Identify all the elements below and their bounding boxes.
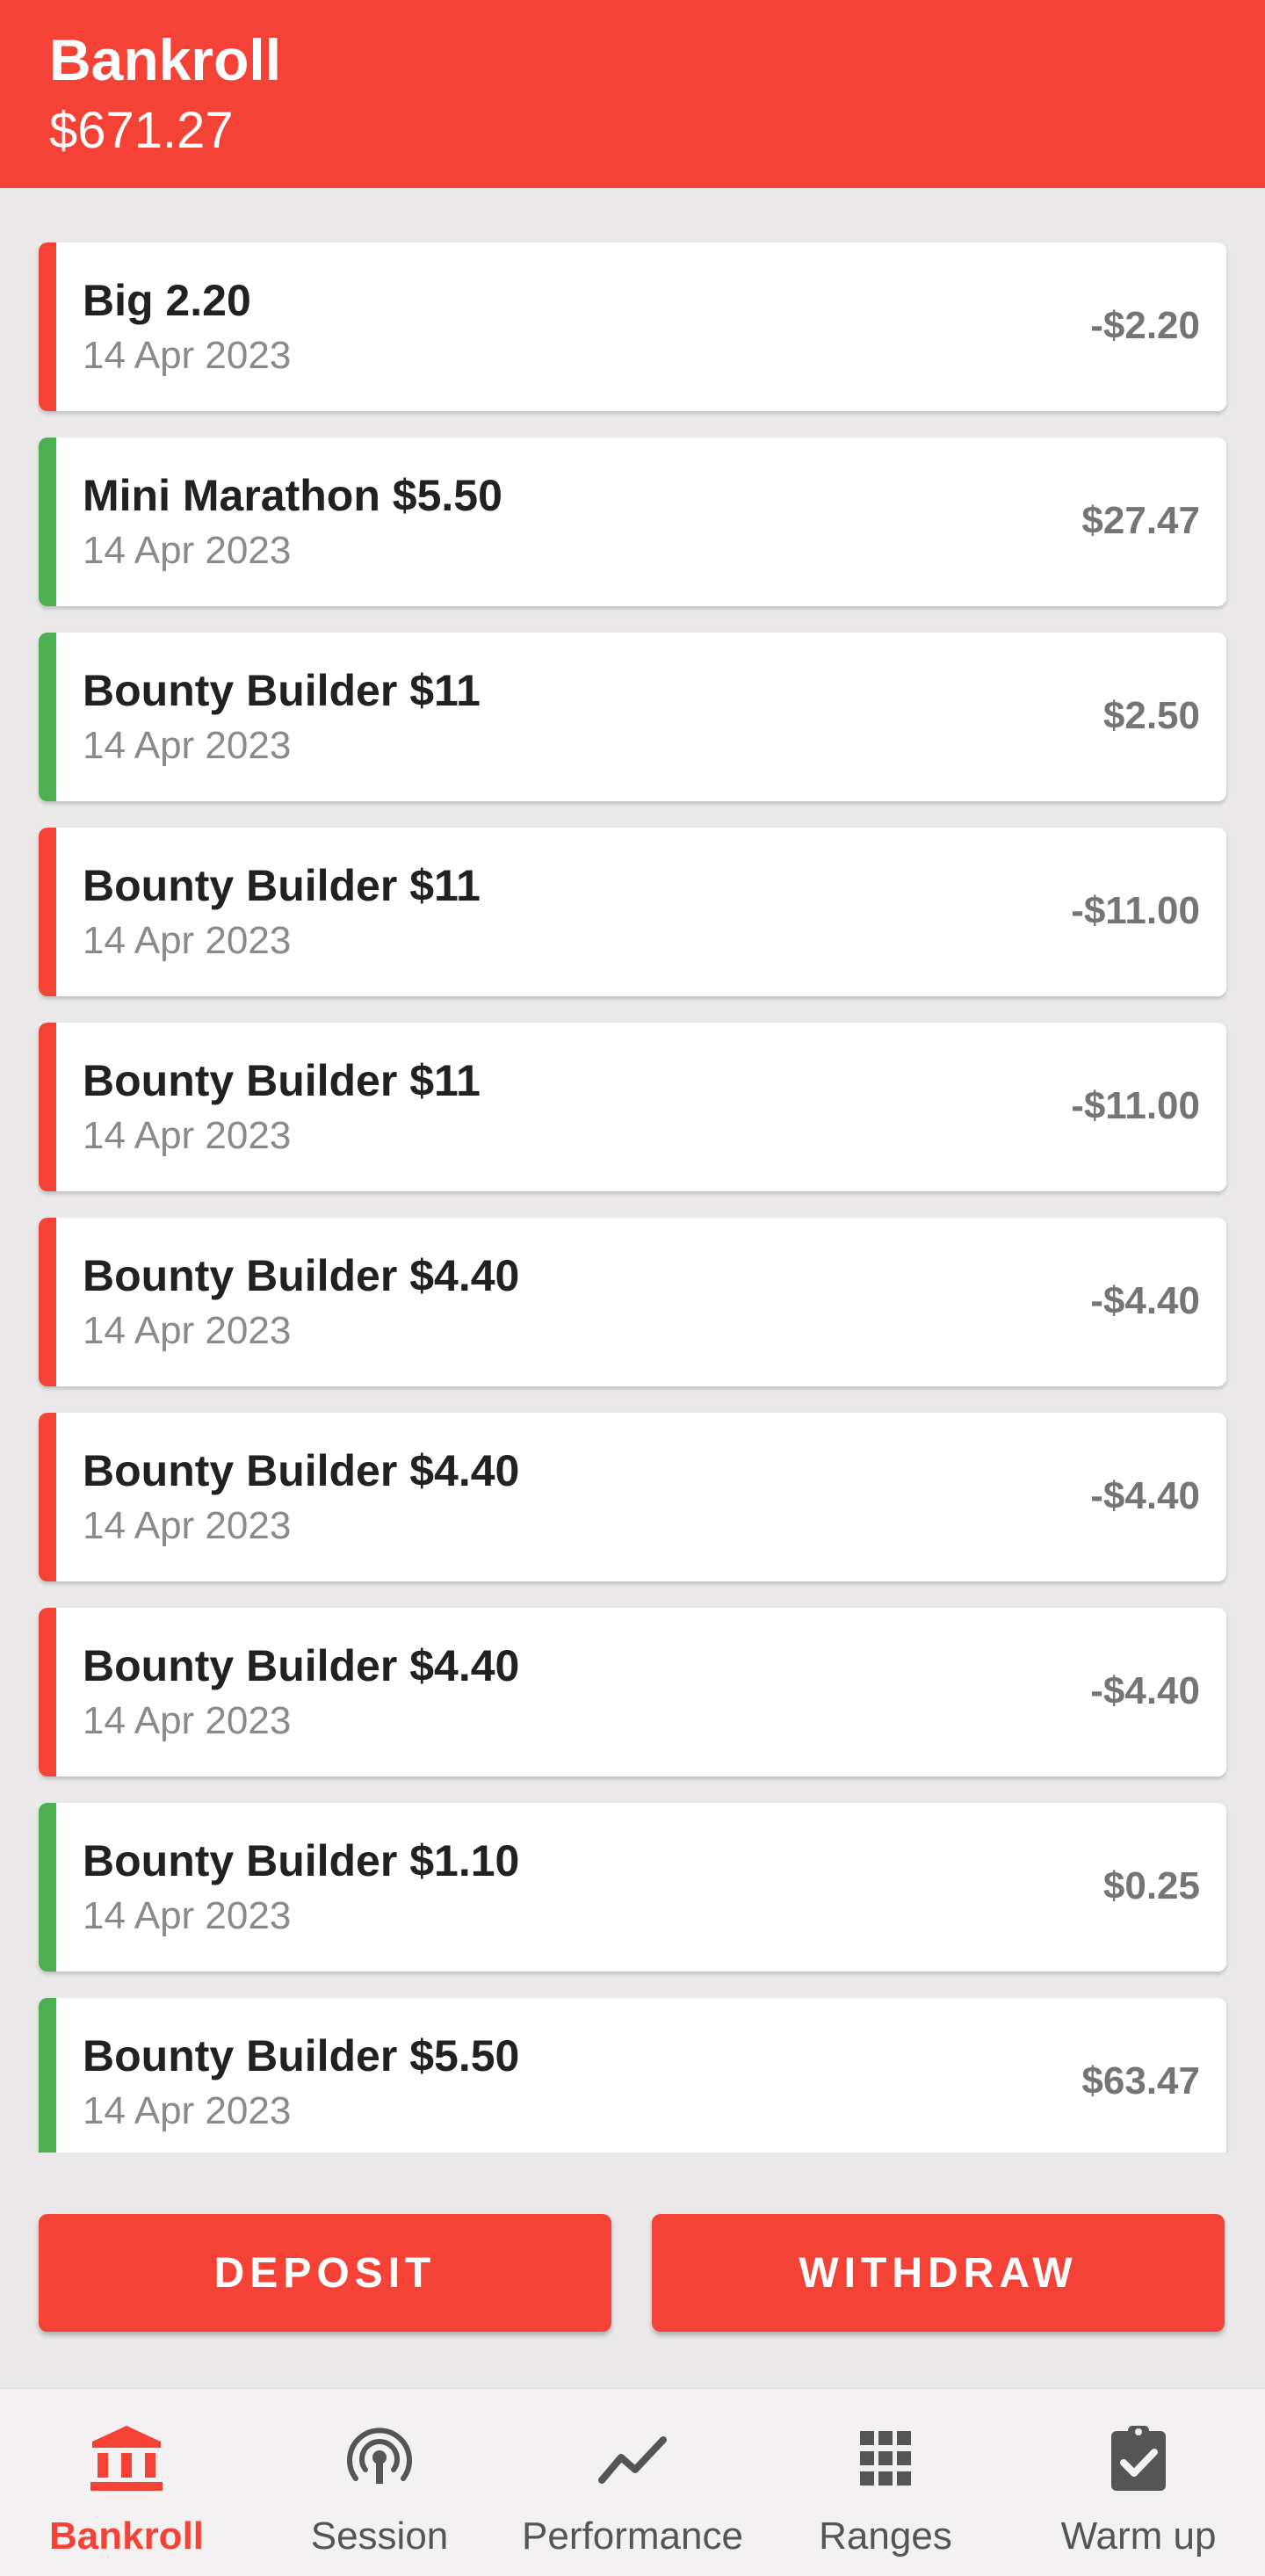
transaction-date: 14 Apr 2023 [83, 1114, 292, 1157]
transaction-date: 14 Apr 2023 [83, 1309, 292, 1352]
bank-icon [90, 2426, 163, 2491]
result-indicator [39, 633, 56, 801]
transaction-name: Bounty Builder $4.40 [83, 1251, 520, 1300]
list-item[interactable]: Bounty Builder $11 14 Apr 2023 -$11.00 [39, 1023, 1226, 1191]
nav-item-performance[interactable]: Performance [506, 2389, 759, 2576]
nav-item-session[interactable]: Session [253, 2389, 506, 2576]
result-indicator [39, 1023, 56, 1191]
transaction-name: Mini Marathon $5.50 [83, 471, 502, 520]
bottom-navigation: Bankroll Session Performance Ranges Warm… [0, 2388, 1265, 2576]
grid-icon [860, 2431, 911, 2486]
result-indicator [39, 438, 56, 606]
transaction-amount: $0.25 [1102, 1864, 1200, 1907]
result-indicator [39, 1998, 56, 2153]
transaction-amount: -$4.40 [1090, 1669, 1200, 1712]
nav-label: Warm up [1060, 2514, 1217, 2558]
nav-item-warm-up[interactable]: Warm up [1012, 2389, 1265, 2576]
transaction-date: 14 Apr 2023 [83, 724, 292, 767]
transaction-name: Bounty Builder $11 [83, 666, 481, 715]
list-item[interactable]: Big 2.20 14 Apr 2023 -$2.20 [39, 242, 1226, 411]
withdraw-button[interactable]: WITHDRAW [652, 2214, 1225, 2332]
transaction-amount: -$11.00 [1071, 889, 1200, 932]
transaction-date: 14 Apr 2023 [83, 919, 292, 962]
list-item[interactable]: Bounty Builder $4.40 14 Apr 2023 -$4.40 [39, 1218, 1226, 1386]
transaction-amount: $2.50 [1102, 694, 1200, 737]
list-item[interactable]: Bounty Builder $1.10 14 Apr 2023 $0.25 [39, 1803, 1226, 1972]
transaction-date: 14 Apr 2023 [83, 1894, 292, 1937]
page-title: Bankroll [49, 27, 282, 92]
transaction-name: Big 2.20 [83, 276, 251, 325]
result-indicator [39, 1803, 56, 1972]
transaction-amount: -$4.40 [1090, 1474, 1200, 1517]
bankroll-balance: $671.27 [49, 102, 234, 159]
trending-icon [598, 2436, 667, 2484]
transaction-date: 14 Apr 2023 [83, 529, 292, 572]
transaction-date: 14 Apr 2023 [83, 1504, 292, 1547]
nav-item-ranges[interactable]: Ranges [759, 2389, 1012, 2576]
nav-label: Session [310, 2514, 449, 2558]
list-item[interactable]: Bounty Builder $5.50 14 Apr 2023 $63.47 [39, 1998, 1226, 2153]
transaction-amount: -$11.00 [1071, 1084, 1200, 1127]
result-indicator [39, 1413, 56, 1581]
nav-label: Performance [522, 2514, 743, 2558]
transaction-date: 14 Apr 2023 [83, 1699, 292, 1742]
transaction-amount: -$4.40 [1090, 1279, 1200, 1322]
result-indicator [39, 828, 56, 996]
transaction-amount: $63.47 [1081, 2059, 1200, 2102]
nav-label: Bankroll [48, 2514, 205, 2558]
transaction-amount: $27.47 [1081, 499, 1200, 542]
nav-label: Ranges [819, 2514, 952, 2558]
transaction-name: Bounty Builder $4.40 [83, 1641, 520, 1690]
list-item[interactable]: Bounty Builder $4.40 14 Apr 2023 -$4.40 [39, 1413, 1226, 1581]
transaction-name: Bounty Builder $4.40 [83, 1446, 520, 1495]
transaction-amount: -$2.20 [1090, 304, 1200, 347]
transaction-date: 14 Apr 2023 [83, 2089, 292, 2132]
result-indicator [39, 1218, 56, 1386]
list-item[interactable]: Bounty Builder $11 14 Apr 2023 -$11.00 [39, 828, 1226, 996]
list-item[interactable]: Mini Marathon $5.50 14 Apr 2023 $27.47 [39, 438, 1226, 606]
list-item[interactable]: Bounty Builder $4.40 14 Apr 2023 -$4.40 [39, 1608, 1226, 1776]
broadcast-icon [347, 2428, 412, 2484]
transaction-list[interactable]: Big 2.20 14 Apr 2023 -$2.20 Mini Maratho… [0, 188, 1265, 2153]
app-header: Bankroll $671.27 [0, 0, 1265, 188]
nav-item-bankroll[interactable]: Bankroll [0, 2389, 253, 2576]
transaction-name: Bounty Builder $11 [83, 861, 481, 910]
list-item[interactable]: Bounty Builder $11 14 Apr 2023 $2.50 [39, 633, 1226, 801]
result-indicator [39, 1608, 56, 1776]
clipboard-check-icon [1111, 2426, 1166, 2491]
result-indicator [39, 242, 56, 411]
transaction-name: Bounty Builder $1.10 [83, 1836, 520, 1885]
transaction-name: Bounty Builder $5.50 [83, 2031, 520, 2080]
transaction-date: 14 Apr 2023 [83, 334, 292, 377]
deposit-button[interactable]: DEPOSIT [39, 2214, 611, 2332]
transaction-name: Bounty Builder $11 [83, 1056, 481, 1105]
